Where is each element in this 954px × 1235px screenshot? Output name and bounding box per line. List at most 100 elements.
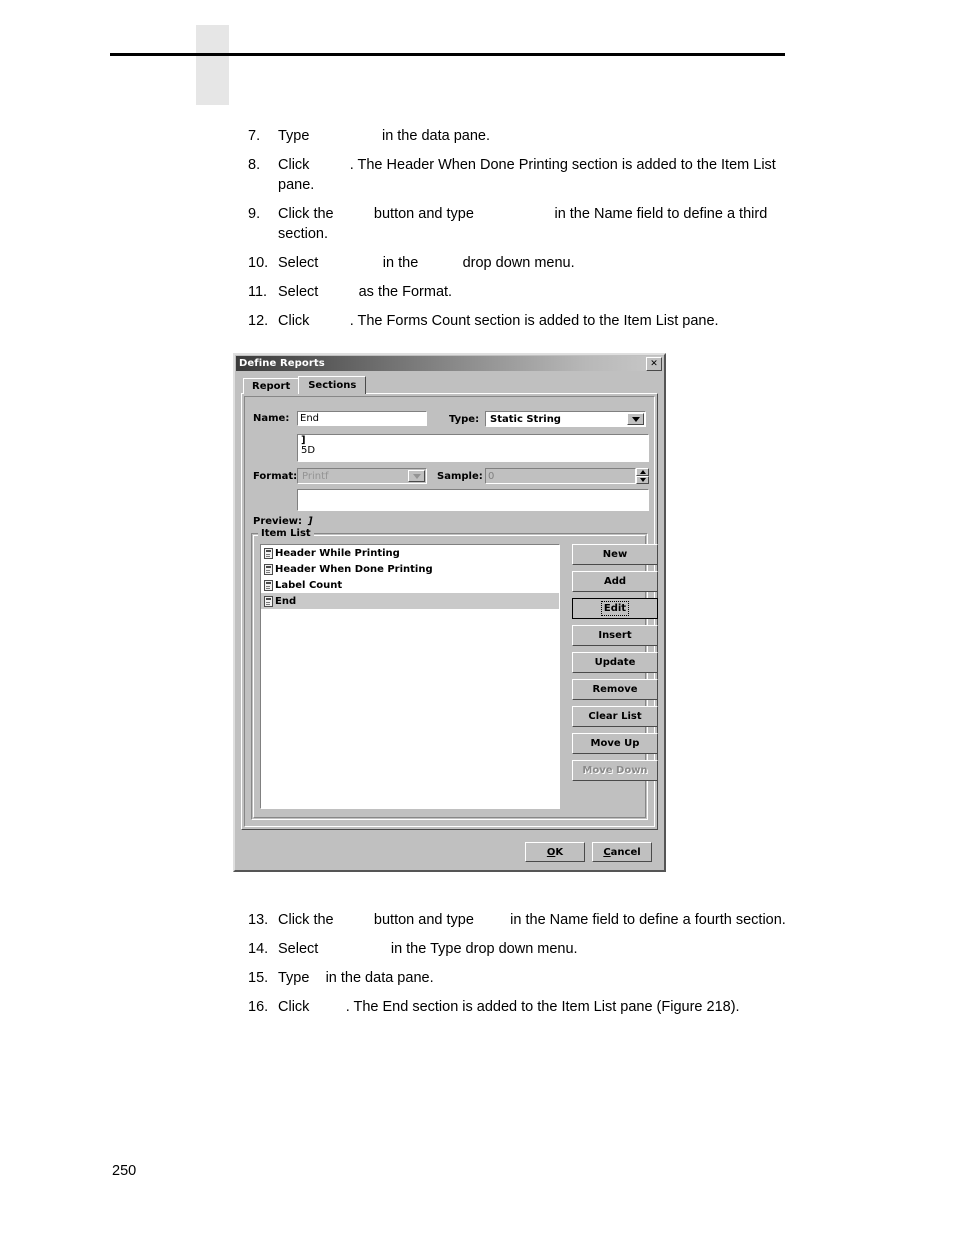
step-text-run: button and type	[373, 912, 474, 928]
cancel-button-label: Cancel	[603, 846, 641, 858]
button-label: New	[602, 549, 628, 560]
step-number: 11.	[248, 284, 268, 300]
dialog-button-bar: OK Cancel	[235, 838, 664, 866]
chevron-down-icon[interactable]	[627, 413, 644, 425]
step-number: 12.	[248, 313, 269, 329]
page-header-rule	[110, 53, 785, 56]
sample-spinner	[636, 468, 649, 484]
step-text-run: in the	[382, 255, 419, 271]
list-item[interactable]: Header When Done Printing	[261, 561, 559, 577]
step-text-run: . The End section is added to the Item L…	[345, 999, 740, 1015]
tab-report[interactable]: Report	[243, 378, 300, 394]
sections-tab-panel-inner: Name: End Type: Static String ] 5D Forma…	[244, 396, 658, 827]
step-number: 15.	[248, 970, 269, 986]
step-text-run: Click the	[278, 206, 334, 222]
step-blank	[313, 311, 345, 331]
sample-stepper: 0	[485, 468, 649, 484]
type-select[interactable]: Static String	[485, 411, 646, 427]
define-reports-dialog: Define Reports ✕ Report Sections Name: E…	[233, 353, 666, 872]
preview-label: Preview:	[253, 516, 303, 527]
move-down-button: Move Down	[572, 760, 658, 781]
step-text: Select in the Type drop down menu.	[278, 939, 793, 959]
tab-sections[interactable]: Sections	[298, 376, 367, 394]
step-text: Click . The Forms Count section is added…	[278, 311, 793, 331]
step-text-run: Click	[278, 313, 310, 329]
list-item[interactable]: Label Count	[261, 577, 559, 593]
type-select-value: Static String	[490, 413, 561, 425]
step-item: 13. Click the button and type in the Name…	[248, 910, 793, 930]
button-label: Remove	[592, 684, 638, 695]
step-number: 16.	[248, 999, 269, 1015]
step-item: 11. Select as the Format.	[248, 282, 793, 302]
list-item-label: Header When Done Printing	[275, 563, 433, 575]
sample-input-value: 0	[488, 470, 495, 482]
list-item-label: Label Count	[275, 579, 343, 591]
document-icon	[264, 547, 273, 559]
spinner-down-icon[interactable]	[636, 476, 649, 484]
clear-list-button[interactable]: Clear List	[572, 706, 658, 727]
step-blank	[338, 204, 370, 224]
remove-button[interactable]: Remove	[572, 679, 658, 700]
step-text-run: . The Header When Done Printing section …	[278, 157, 776, 193]
step-text-run: Click	[278, 999, 310, 1015]
step-text-run: drop down menu.	[462, 255, 575, 271]
step-number: 10.	[248, 255, 269, 271]
step-item: 16. Click . The End section is added to t…	[248, 997, 793, 1017]
data-pane[interactable]: ] 5D	[297, 434, 649, 462]
step-blank	[313, 968, 321, 988]
cancel-button[interactable]: Cancel	[592, 842, 652, 862]
step-blank	[313, 126, 377, 146]
button-label: Move Down	[582, 765, 648, 776]
button-label: Add	[603, 576, 627, 587]
step-number: 13.	[248, 912, 269, 928]
list-item[interactable]: End	[261, 593, 559, 609]
mnemonic-letter: O	[546, 846, 556, 858]
new-button[interactable]: New	[572, 544, 658, 565]
step-text-run: button and type	[373, 206, 474, 222]
step-text: Select as the Format.	[278, 282, 793, 302]
step-blank	[313, 155, 345, 175]
mnemonic-letter: C	[603, 846, 611, 858]
item-list-listbox[interactable]: Header While Printing Header When Done Pr…	[260, 544, 560, 809]
sample-input[interactable]: 0	[485, 468, 636, 484]
step-blank	[322, 282, 354, 302]
step-text-run: Select	[278, 255, 319, 271]
step-text: Type in the data pane.	[278, 126, 793, 146]
step-text-run: in the data pane.	[381, 128, 491, 144]
preview-value: ]	[308, 516, 313, 527]
insert-button[interactable]: Insert	[572, 625, 658, 646]
format-select[interactable]: Printf	[297, 468, 427, 484]
ok-button[interactable]: OK	[525, 842, 585, 862]
format-result-pane[interactable]	[297, 489, 649, 511]
name-input[interactable]: End	[297, 411, 427, 426]
spinner-up-icon[interactable]	[636, 468, 649, 476]
list-item[interactable]: Header While Printing	[261, 545, 559, 561]
step-text: Select in the drop down menu.	[278, 253, 793, 273]
dialog-title: Define Reports	[239, 358, 325, 369]
step-item: 10. Select in the drop down menu.	[248, 253, 793, 273]
update-button[interactable]: Update	[572, 652, 658, 673]
item-list-group: Item List Header While Printing Header Wh…	[251, 528, 658, 820]
chevron-down-icon[interactable]	[408, 470, 425, 482]
step-blank	[478, 910, 506, 930]
step-item: 7. Type in the data pane.	[248, 126, 793, 146]
dialog-tabstrip: Report Sections	[243, 376, 664, 394]
step-text-run: . The Forms Count section is added to th…	[349, 313, 719, 329]
sections-tab-panel: Name: End Type: Static String ] 5D Forma…	[241, 393, 658, 830]
step-text-run: Click	[278, 157, 310, 173]
move-up-button[interactable]: Move Up	[572, 733, 658, 754]
add-button[interactable]: Add	[572, 571, 658, 592]
format-label: Format:	[253, 470, 298, 482]
sample-field-row: Sample: 0	[437, 468, 649, 484]
format-field-row: Format: Printf	[253, 468, 427, 484]
step-item: 8. Click . The Header When Done Printing …	[248, 155, 793, 195]
step-text-run: Select	[278, 284, 319, 300]
step-blank	[322, 939, 386, 959]
step-text-run: in the Type drop down menu.	[390, 941, 578, 957]
step-item: 14. Select in the Type drop down menu.	[248, 939, 793, 959]
close-icon[interactable]: ✕	[646, 357, 662, 371]
edit-button[interactable]: Edit	[572, 598, 658, 619]
step-text-run: Type	[278, 970, 310, 986]
step-item: 15. Type in the data pane.	[248, 968, 793, 988]
document-icon	[264, 579, 273, 591]
